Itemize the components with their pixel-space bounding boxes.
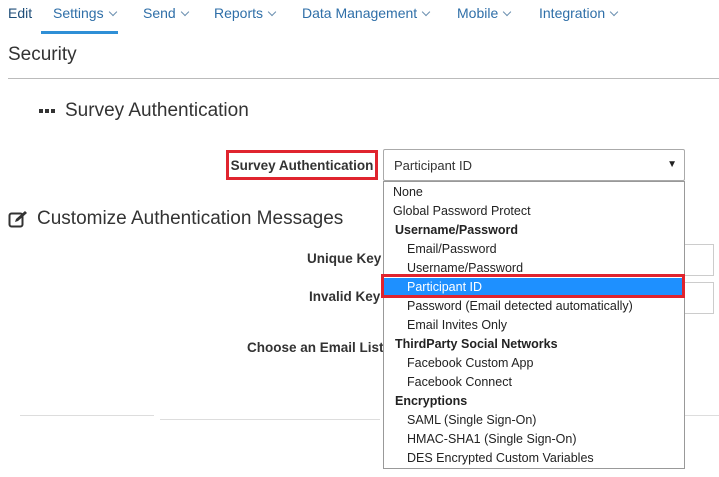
nav-reports-label: Reports bbox=[214, 5, 264, 21]
chevron-down-icon bbox=[108, 7, 117, 17]
active-tab-indicator bbox=[41, 31, 118, 34]
nav-integration[interactable]: Integration bbox=[539, 5, 619, 21]
nav-data-management[interactable]: Data Management bbox=[302, 5, 431, 21]
title-divider bbox=[8, 78, 719, 79]
dropdown-group-header: ThirdParty Social Networks bbox=[395, 337, 558, 351]
dropdown-option[interactable]: None bbox=[384, 183, 684, 202]
nav-edit[interactable]: Edit bbox=[8, 5, 32, 21]
top-nav: Edit Settings Send Reports Data Manageme… bbox=[0, 0, 719, 36]
nav-send-label: Send bbox=[143, 5, 176, 21]
survey-auth-select-value: Participant ID bbox=[394, 157, 473, 173]
survey-auth-field-label: Survey Authentication bbox=[226, 150, 378, 180]
dropdown-option[interactable]: DES Encrypted Custom Variables bbox=[384, 449, 684, 468]
dropdown-option[interactable]: Email Invites Only bbox=[384, 316, 684, 335]
chevron-down-icon bbox=[180, 7, 189, 17]
dropdown-group-header: Username/Password bbox=[395, 223, 518, 237]
page-title: Security bbox=[8, 44, 77, 65]
invalid-key-input[interactable] bbox=[684, 282, 714, 314]
chevron-down-icon bbox=[267, 7, 277, 17]
nav-mobile[interactable]: Mobile bbox=[457, 5, 512, 21]
dropdown-option[interactable]: Participant ID bbox=[384, 278, 684, 297]
email-list-label: Choose an Email List bbox=[247, 340, 384, 355]
divider bbox=[20, 415, 154, 416]
chevron-down-icon bbox=[609, 7, 619, 17]
divider bbox=[685, 415, 719, 416]
chevron-down-icon bbox=[421, 7, 431, 17]
divider bbox=[160, 419, 380, 420]
chevron-down-icon bbox=[503, 7, 512, 17]
survey-auth-dropdown-list: None Global Password Protect Username/Pass… bbox=[383, 181, 685, 469]
customize-section-header: Customize Authentication Messages bbox=[8, 208, 343, 230]
survey-auth-select[interactable]: Participant ID ▼ bbox=[383, 149, 685, 181]
caret-down-icon: ▼ bbox=[667, 159, 677, 170]
nav-settings[interactable]: Settings bbox=[53, 5, 117, 21]
dropdown-option[interactable]: SAML (Single Sign-On) bbox=[384, 411, 684, 430]
dropdown-option[interactable]: Email/Password bbox=[384, 240, 684, 259]
unique-key-input[interactable] bbox=[684, 244, 714, 276]
nav-settings-label: Settings bbox=[53, 5, 104, 21]
nav-integration-label: Integration bbox=[539, 5, 606, 21]
dropdown-option[interactable]: HMAC-SHA1 (Single Sign-On) bbox=[384, 430, 684, 449]
edit-icon bbox=[8, 211, 27, 228]
dropdown-option[interactable]: Password (Email detected automatically) bbox=[384, 297, 684, 316]
nav-mobile-label: Mobile bbox=[457, 5, 499, 21]
customize-section-title: Customize Authentication Messages bbox=[37, 208, 344, 229]
unique-key-label: Unique Key bbox=[307, 251, 382, 266]
dots-icon bbox=[39, 109, 55, 113]
invalid-key-label: Invalid Key bbox=[309, 289, 381, 304]
dropdown-option[interactable]: Facebook Custom App bbox=[384, 354, 684, 373]
dropdown-option[interactable]: Facebook Connect bbox=[384, 373, 684, 392]
dropdown-group-header: Encryptions bbox=[395, 394, 468, 408]
nav-send[interactable]: Send bbox=[143, 5, 189, 21]
dropdown-option[interactable]: Global Password Protect bbox=[384, 202, 684, 221]
dropdown-option[interactable]: Username/Password bbox=[384, 259, 684, 278]
survey-auth-section-header: Survey Authentication bbox=[39, 100, 249, 122]
nav-data-management-label: Data Management bbox=[302, 5, 418, 21]
nav-reports[interactable]: Reports bbox=[214, 5, 277, 21]
survey-auth-section-title: Survey Authentication bbox=[65, 100, 249, 121]
